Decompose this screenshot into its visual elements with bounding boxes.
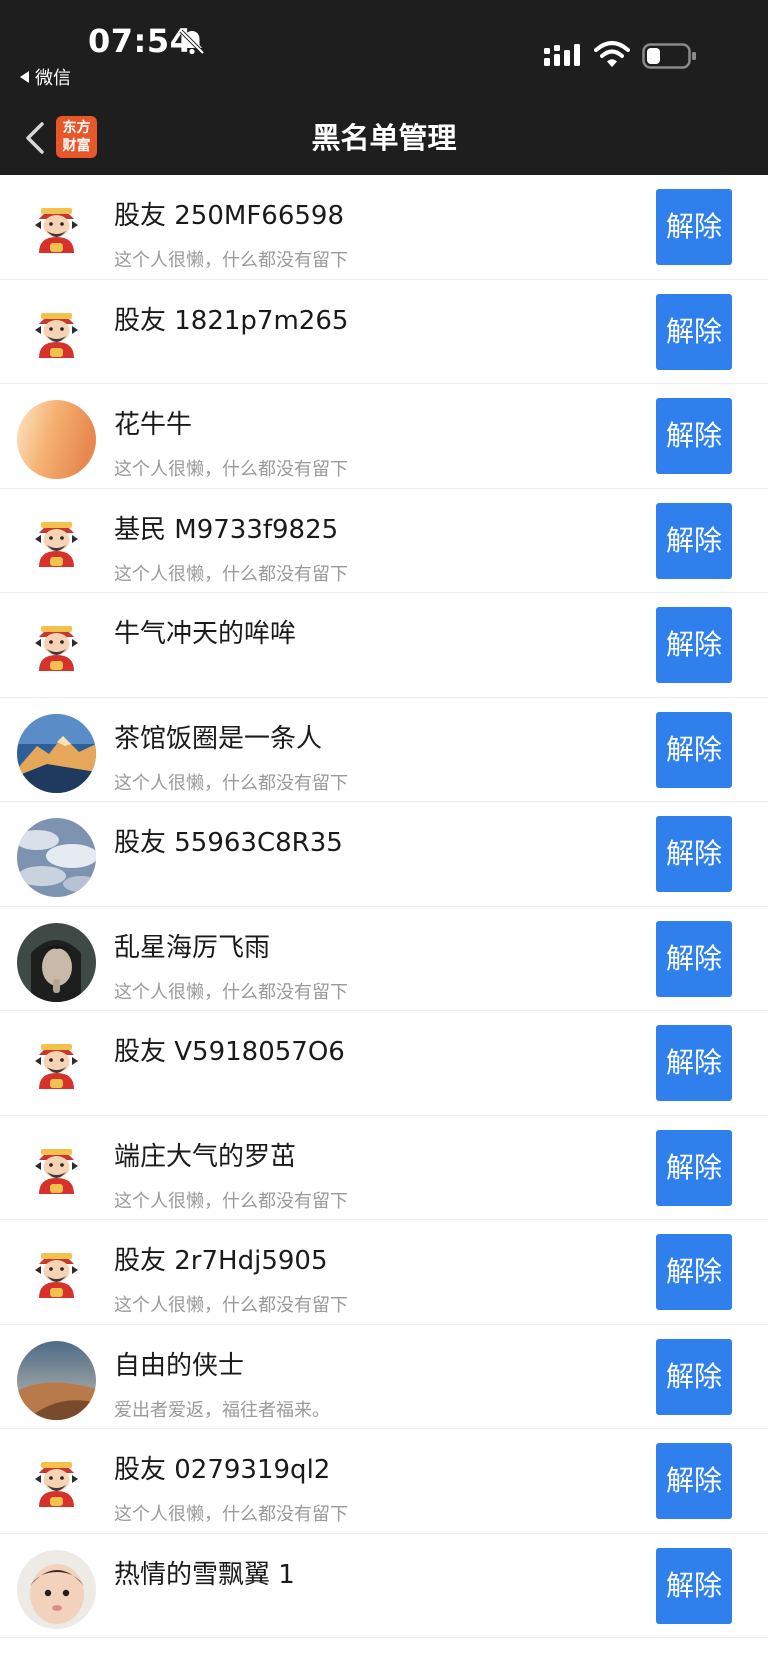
chevron-left-icon[interactable] bbox=[18, 116, 54, 160]
list-item: 乱星海厉飞雨这个人很懒，什么都没有留下 解除 bbox=[0, 907, 768, 1011]
user-name[interactable]: 股友 250MF66598 bbox=[114, 195, 344, 232]
avatar[interactable] bbox=[17, 1236, 96, 1315]
unblock-button[interactable]: 解除 bbox=[656, 1025, 732, 1101]
unblock-button[interactable]: 解除 bbox=[656, 1234, 732, 1310]
user-name[interactable]: 股友 55963C8R35 bbox=[114, 822, 343, 859]
user-name[interactable]: 热情的雪飘翼 1 bbox=[114, 1554, 295, 1591]
avatar[interactable] bbox=[17, 609, 96, 688]
user-bio: 这个人很懒，什么都没有留下 bbox=[114, 1295, 348, 1316]
user-name[interactable]: 茶馆饭圈是一条人 bbox=[114, 718, 322, 755]
logo-line1: 东方 bbox=[62, 120, 91, 136]
bell-off-icon bbox=[179, 29, 205, 55]
avatar[interactable] bbox=[17, 1445, 96, 1524]
list-item: 股友 V5918057O6 解除 bbox=[0, 1011, 768, 1116]
avatar[interactable] bbox=[17, 1549, 96, 1629]
return-app-label: 微信 bbox=[35, 68, 71, 89]
avatar[interactable] bbox=[17, 713, 96, 793]
unblock-button[interactable]: 解除 bbox=[656, 711, 732, 788]
user-name[interactable]: 基民 M9733f9825 bbox=[114, 509, 338, 546]
unblock-button[interactable]: 解除 bbox=[656, 1129, 732, 1206]
list-item: 牛气冲天的哞哞 解除 bbox=[0, 593, 768, 698]
avatar[interactable] bbox=[17, 922, 96, 1002]
avatar[interactable] bbox=[17, 191, 96, 270]
user-name[interactable]: 股友 0279319ql2 bbox=[114, 1449, 330, 1486]
list-item: 端庄大气的罗茁这个人很懒，什么都没有留下 解除 bbox=[0, 1116, 768, 1220]
unblock-button[interactable]: 解除 bbox=[656, 1338, 732, 1415]
unblock-button[interactable]: 解除 bbox=[656, 1547, 732, 1624]
status-bar: 07:54 微信 bbox=[0, 0, 768, 102]
unblock-button[interactable]: 解除 bbox=[656, 502, 732, 579]
user-name[interactable]: 牛气冲天的哞哞 bbox=[114, 613, 296, 650]
nav-bar: 东方 财富 黑名单管理 bbox=[0, 102, 768, 175]
user-name[interactable]: 股友 V5918057O6 bbox=[114, 1031, 345, 1068]
logo-line2: 财富 bbox=[62, 138, 91, 154]
user-name[interactable]: 股友 2r7Hdj5905 bbox=[114, 1240, 328, 1277]
list-item: 自由的侠士爱出者爱返，福往者福来。 解除 bbox=[0, 1325, 768, 1429]
signal-icon bbox=[544, 44, 580, 66]
avatar[interactable] bbox=[17, 504, 96, 584]
unblock-button[interactable]: 解除 bbox=[656, 293, 732, 370]
avatar[interactable] bbox=[17, 1340, 96, 1420]
avatar[interactable] bbox=[17, 400, 96, 479]
user-name[interactable]: 花牛牛 bbox=[114, 404, 192, 441]
status-time: 07:54 bbox=[88, 22, 193, 60]
list-item: 股友 1821p7m265 解除 bbox=[0, 280, 768, 384]
list-item: 花牛牛这个人很懒，什么都没有留下 解除 bbox=[0, 384, 768, 489]
list-item: 股友 250MF66598 这个人很懒，什么都没有留下 解除 bbox=[0, 175, 768, 280]
unblock-button[interactable]: 解除 bbox=[656, 607, 732, 683]
list-item: 股友 0279319ql2 这个人很懒，什么都没有留下 解除 bbox=[0, 1429, 768, 1534]
unblock-button[interactable]: 解除 bbox=[656, 920, 732, 997]
user-name[interactable]: 端庄大气的罗茁 bbox=[114, 1136, 296, 1173]
user-name[interactable]: 股友 1821p7m265 bbox=[114, 300, 348, 337]
list-item: 热情的雪飘翼 1 解除 bbox=[0, 1534, 768, 1638]
unblock-button[interactable]: 解除 bbox=[656, 189, 732, 265]
battery-icon bbox=[642, 43, 696, 69]
avatar[interactable] bbox=[17, 1027, 96, 1106]
user-bio: 这个人很懒，什么都没有留下 bbox=[114, 772, 348, 794]
user-bio: 这个人很懒，什么都没有留下 bbox=[114, 981, 348, 1003]
back-triangle-icon bbox=[20, 71, 29, 83]
app-logo: 东方 财富 bbox=[56, 116, 97, 158]
user-bio: 这个人很懒，什么都没有留下 bbox=[114, 459, 348, 480]
wifi-icon bbox=[594, 41, 630, 67]
avatar[interactable] bbox=[17, 1131, 96, 1211]
user-bio: 这个人很懒，什么都没有留下 bbox=[114, 250, 348, 271]
user-name[interactable]: 自由的侠士 bbox=[114, 1345, 244, 1382]
unblock-button[interactable]: 解除 bbox=[656, 816, 732, 892]
page-title: 黑名单管理 bbox=[311, 121, 457, 155]
avatar[interactable] bbox=[17, 295, 96, 375]
blacklist-screen: 07:54 微信 东方 财富 黑名单管理 股友 250MF66598 这个人很懒… bbox=[0, 0, 768, 1669]
avatar[interactable] bbox=[17, 818, 96, 897]
unblock-button[interactable]: 解除 bbox=[656, 1443, 732, 1519]
list-item: 股友 55963C8R35 解除 bbox=[0, 802, 768, 907]
list-item: 基民 M9733f9825 这个人很懒，什么都没有留下 解除 bbox=[0, 489, 768, 593]
list-item: 茶馆饭圈是一条人这个人很懒，什么都没有留下 解除 bbox=[0, 698, 768, 802]
list-item: 股友 2r7Hdj5905 这个人很懒，什么都没有留下 解除 bbox=[0, 1220, 768, 1325]
user-bio: 这个人很懒，什么都没有留下 bbox=[114, 1504, 348, 1525]
return-to-app-link[interactable]: 微信 bbox=[20, 64, 71, 90]
user-name[interactable]: 乱星海厉飞雨 bbox=[114, 927, 270, 964]
user-bio: 这个人很懒，什么都没有留下 bbox=[114, 1190, 348, 1212]
user-bio: 这个人很懒，什么都没有留下 bbox=[114, 563, 348, 585]
unblock-button[interactable]: 解除 bbox=[656, 398, 732, 474]
blacklist-list: 股友 250MF66598 这个人很懒，什么都没有留下 解除 股友 1821p7m2… bbox=[0, 175, 768, 1669]
user-bio: 爱出者爱返，福往者福来。 bbox=[114, 1399, 330, 1421]
